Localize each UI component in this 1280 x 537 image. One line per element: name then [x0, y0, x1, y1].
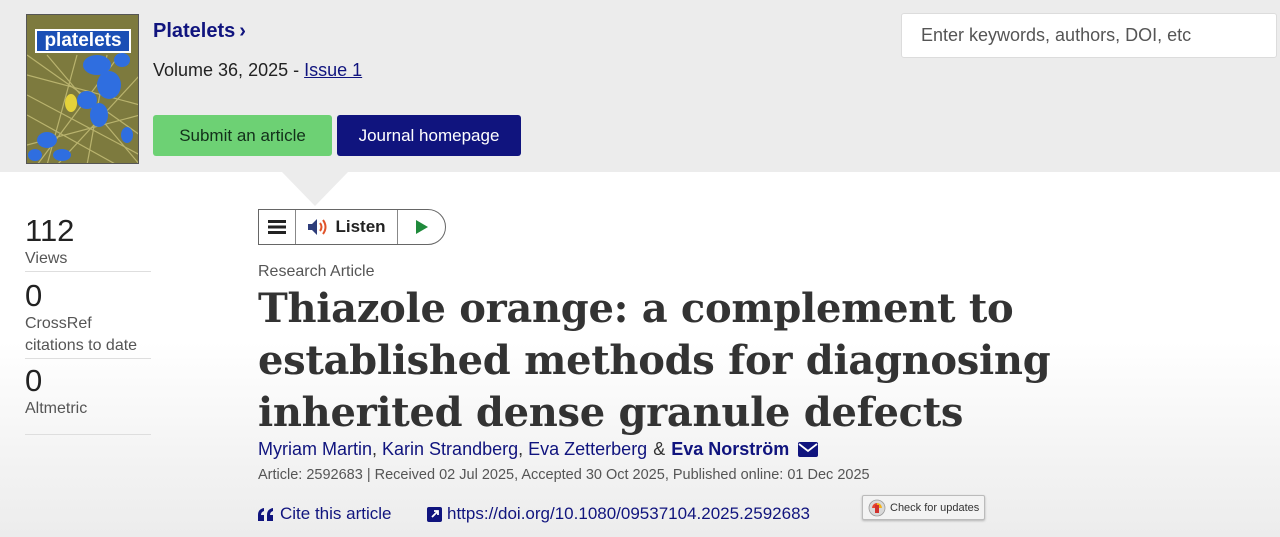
- metric-label: Altmetric: [25, 400, 88, 417]
- cover-logo: platelets: [35, 29, 131, 53]
- envelope-icon: [798, 442, 819, 457]
- speaker-icon: [308, 219, 327, 235]
- check-updates-label: Check for updates: [890, 501, 980, 514]
- external-link-icon: [427, 506, 442, 522]
- cite-label: Cite this article: [280, 504, 392, 523]
- metric-views: 112 Views: [25, 214, 151, 272]
- check-for-updates-button[interactable]: Check for updates: [862, 495, 985, 520]
- chevron-right-icon: ›: [239, 20, 246, 42]
- metric-label: Views: [25, 250, 68, 267]
- listen-label: Listen: [335, 217, 386, 236]
- search-input[interactable]: [901, 13, 1277, 58]
- author-separator: ,: [372, 439, 378, 459]
- author-link[interactable]: Karin Strandberg: [382, 439, 518, 460]
- journal-cover-image[interactable]: platelets: [26, 14, 139, 164]
- journal-title-link[interactable]: Platelets ›: [153, 20, 246, 43]
- author-list: Myriam Martin, Karin Strandberg, Eva Zet…: [258, 439, 819, 460]
- journal-name[interactable]: Platelets: [153, 20, 235, 42]
- play-button[interactable]: [398, 210, 445, 244]
- journal-homepage-button[interactable]: Journal homepage: [337, 115, 521, 156]
- doi-text: https://doi.org/10.1080/09537104.2025.25…: [447, 504, 810, 523]
- author-link[interactable]: Eva Zetterberg: [528, 439, 647, 460]
- listen-button[interactable]: Listen: [296, 210, 398, 244]
- email-author-button[interactable]: [798, 442, 819, 457]
- crossmark-icon: [868, 499, 886, 516]
- submit-article-button[interactable]: Submit an article: [153, 115, 332, 156]
- metric-altmetric[interactable]: 0 Altmetric: [25, 364, 151, 435]
- quote-icon: [258, 507, 273, 521]
- author-ampersand: &: [653, 439, 666, 459]
- doi-link[interactable]: https://doi.org/10.1080/09537104.2025.25…: [427, 504, 810, 524]
- author-separator: ,: [518, 439, 524, 459]
- metric-value: 0: [25, 278, 43, 313]
- article-publication-meta: Article: 2592683 | Received 02 Jul 2025,…: [258, 467, 870, 483]
- issue-link[interactable]: Issue 1: [304, 60, 362, 80]
- article-title: Thiazole orange: a complement to establi…: [258, 285, 1051, 436]
- volume-issue-line: Volume 36, 2025 - Issue 1: [153, 60, 362, 81]
- author-link[interactable]: Myriam Martin: [258, 439, 372, 460]
- header-pointer: [282, 172, 348, 206]
- volume-text: Volume 36, 2025 -: [153, 60, 305, 80]
- play-icon: [415, 220, 428, 234]
- metric-label: CrossRef citations to date: [25, 315, 138, 354]
- metric-value: 0: [25, 363, 43, 398]
- cite-article-button[interactable]: Cite this article: [258, 504, 391, 524]
- hamburger-icon: [268, 220, 286, 234]
- metric-crossref-citations[interactable]: 0 CrossRef citations to date: [25, 279, 151, 359]
- article-type-label: Research Article: [258, 263, 375, 280]
- listen-menu-button[interactable]: [259, 210, 296, 244]
- corresponding-author-link[interactable]: Eva Norström: [671, 439, 789, 460]
- metric-value: 112: [25, 213, 75, 248]
- listen-toolbar: Listen: [258, 209, 446, 245]
